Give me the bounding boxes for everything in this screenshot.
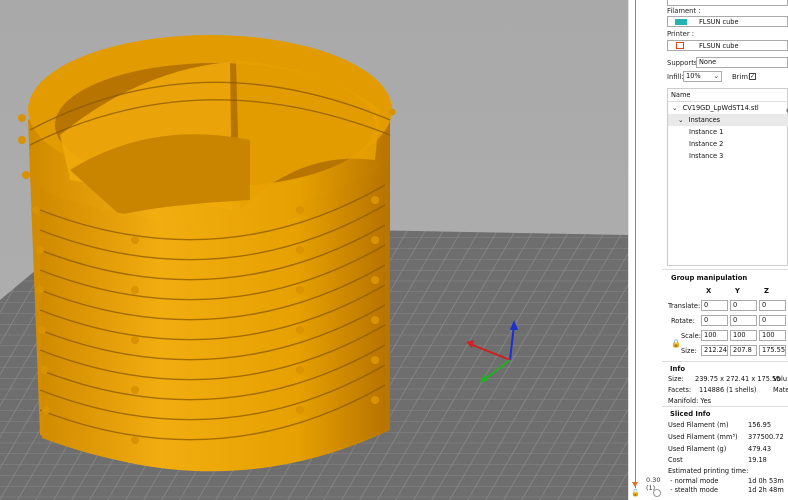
layer-slider[interactable]: 0.30 (1) 🔓: [628, 0, 663, 500]
scene-canvas[interactable]: [0, 0, 628, 500]
size-z-input[interactable]: 175.55: [759, 345, 786, 356]
instances-label: Instances: [688, 116, 721, 124]
scale-z-input[interactable]: 100: [759, 330, 786, 341]
printer-icon: [676, 42, 684, 49]
3d-viewport[interactable]: [0, 0, 628, 500]
info-size-label: Size:: [668, 375, 684, 383]
infill-label: Infill:: [667, 73, 684, 81]
size-label: Size:: [681, 347, 697, 355]
normal-mode-label: - normal mode: [668, 477, 719, 485]
sliced-label: Cost: [668, 456, 683, 464]
size-x-input[interactable]: 212.24: [701, 345, 728, 356]
layer-slider-track[interactable]: [635, 0, 636, 488]
sidebar: Filament : FLSUN cube Printer : FLSUN cu…: [662, 0, 788, 500]
instance-label: Instance 3: [689, 152, 724, 160]
sliced-value: 19.18: [748, 456, 767, 464]
list-item-instance[interactable]: Instance 3 ◉: [668, 150, 788, 162]
chevron-down-icon: ⌄: [713, 72, 719, 80]
model-cylinder[interactable]: [18, 35, 396, 472]
time-label: Estimated printing time:: [668, 467, 749, 475]
info-title: Info: [670, 365, 685, 373]
sliced-value: 479.43: [748, 445, 772, 453]
lock-icon[interactable]: 🔓: [631, 490, 640, 497]
filament-label: Filament :: [667, 7, 701, 15]
object-name: CV19GD_LpWdST14.stl: [682, 104, 759, 112]
scale-y-input[interactable]: 100: [730, 330, 757, 341]
infill-select[interactable]: 10% ⌄: [683, 71, 722, 82]
list-item-object[interactable]: ⌄ CV19GD_LpWdST14.stl ◉: [668, 102, 788, 114]
rotate-label: Rotate:: [671, 317, 695, 325]
divider: [662, 269, 788, 270]
top-combo-cutoff[interactable]: [667, 0, 788, 6]
filament-color-swatch: [675, 19, 687, 25]
info-manifold: Manifold: Yes: [668, 397, 712, 405]
sliced-value: 156.95: [748, 421, 772, 429]
chevron-down-icon[interactable]: ⌄: [678, 116, 684, 124]
supports-select[interactable]: None: [696, 57, 788, 68]
layer-height: 0.30: [646, 476, 661, 484]
rotate-x-input[interactable]: 0: [701, 315, 728, 326]
gear-icon[interactable]: [653, 489, 661, 497]
divider: [662, 406, 788, 407]
object-list[interactable]: Name ⌄ CV19GD_LpWdST14.stl ◉ ⌄ Instances…: [667, 88, 788, 266]
stealth-mode-label: - stealth mode: [668, 486, 719, 494]
info-facets-value: 114886 (1 shells): [699, 386, 757, 394]
chevron-down-icon[interactable]: ⌄: [672, 104, 678, 112]
printer-select[interactable]: FLSUN cube: [667, 40, 788, 51]
size-y-input[interactable]: 207.8: [730, 345, 757, 356]
filament-value: FLSUN cube: [699, 18, 739, 26]
translate-z-input[interactable]: 0: [759, 300, 786, 311]
printer-label: Printer :: [667, 30, 695, 38]
printer-value: FLSUN cube: [699, 42, 739, 50]
rotate-z-input[interactable]: 0: [759, 315, 786, 326]
info-volume-label: Volu: [773, 375, 788, 383]
filament-select[interactable]: FLSUN cube: [667, 16, 788, 27]
sliced-label: Used Filament (m): [668, 421, 729, 429]
translate-label: Translate:: [668, 302, 701, 310]
scale-x-input[interactable]: 100: [701, 330, 728, 341]
translate-x-input[interactable]: 0: [701, 300, 728, 311]
sliced-value: 377500.72: [748, 433, 784, 441]
instance-label: Instance 2: [689, 140, 724, 148]
info-facets-label: Facets:: [668, 386, 692, 394]
normal-mode-value: 1d 0h 53m: [748, 477, 784, 485]
sliced-label: Used Filament (g): [668, 445, 727, 453]
column-x: X: [706, 287, 712, 295]
info-size-value: 239.75 x 272.41 x 175.55: [695, 375, 781, 383]
instance-label: Instance 1: [689, 128, 724, 136]
sliced-label: Used Filament (mm³): [668, 433, 738, 441]
divider: [662, 361, 788, 362]
object-list-header: Name: [668, 89, 788, 102]
info-materials-label: Mate: [773, 386, 788, 394]
group-manipulation-title: Group manipulation: [671, 274, 748, 282]
column-z: Z: [764, 287, 769, 295]
brim-label: Brim:: [732, 73, 751, 81]
sliced-info-title: Sliced Info: [670, 410, 711, 418]
rotate-y-input[interactable]: 0: [730, 315, 757, 326]
infill-value: 10%: [686, 72, 701, 80]
scale-label: Scale:: [681, 332, 701, 340]
list-item-instance[interactable]: Instance 1 ◉: [668, 126, 788, 138]
lock-icon[interactable]: 🔒: [671, 339, 681, 348]
list-item-instance[interactable]: Instance 2 ◉: [668, 138, 788, 150]
list-item-instances[interactable]: ⌄ Instances: [668, 114, 788, 126]
supports-label: Supports:: [667, 59, 700, 67]
layer-slider-handle[interactable]: [632, 482, 638, 487]
stealth-mode-value: 1d 2h 48m: [748, 486, 784, 494]
translate-y-input[interactable]: 0: [730, 300, 757, 311]
column-y: Y: [735, 287, 740, 295]
brim-checkbox[interactable]: ✓: [749, 73, 756, 80]
